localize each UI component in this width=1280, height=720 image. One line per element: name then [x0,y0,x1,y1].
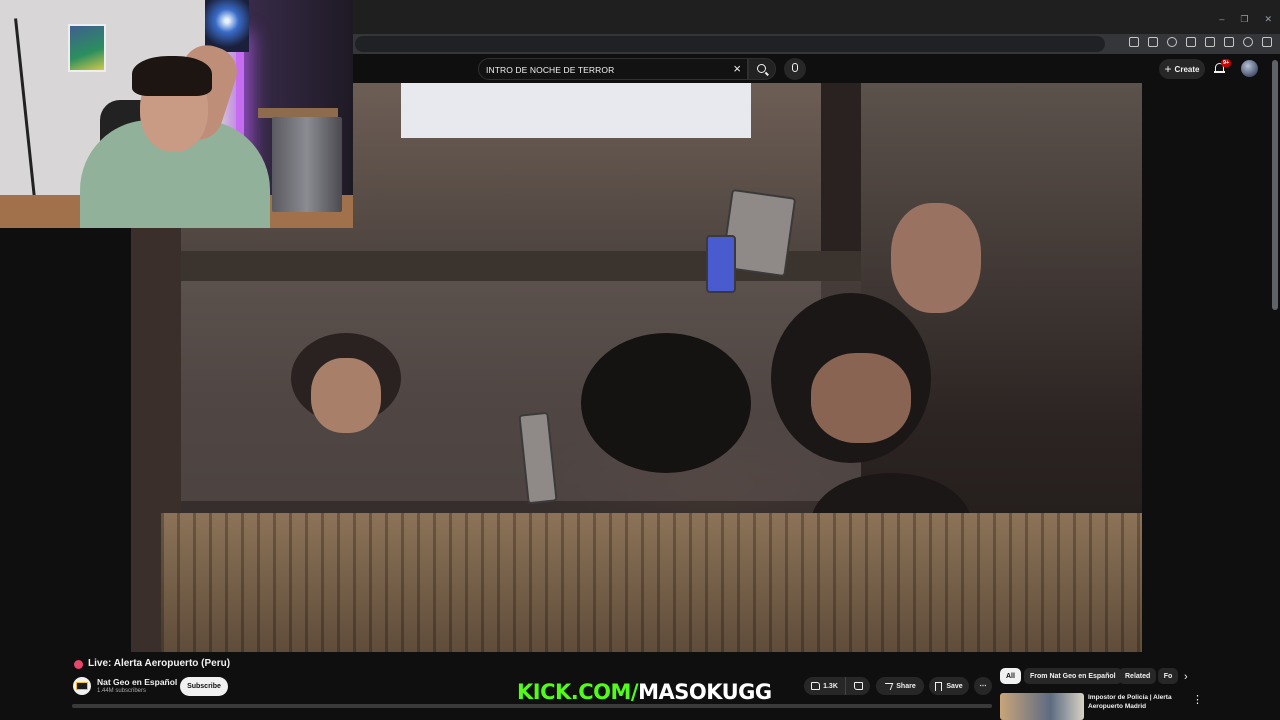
channel-name[interactable]: Nat Geo en Español [97,677,177,687]
kick-domain: KICK.COM/ [517,680,639,704]
account-avatar[interactable] [1241,60,1258,77]
page-scrollbar[interactable] [1272,60,1278,310]
webcam-overlay [0,0,353,228]
extensions-icon[interactable] [1186,37,1196,47]
dislike-button[interactable] [846,682,870,690]
video-title: Live: Alerta Aeropuerto (Peru) [88,658,231,669]
plus-icon: + [1164,62,1172,76]
bookmark-icon [935,681,943,691]
thumbs-up-icon [811,682,821,690]
search-query: INTRO DE NOCHE DE TERROR [486,65,615,75]
voice-search-button[interactable] [784,58,806,80]
restore-button[interactable]: ❐ [1240,14,1248,25]
like-dislike-group: 1.3K [804,677,870,695]
like-button[interactable]: 1.3K [804,677,846,695]
related-video-title[interactable]: Impostor de Policía | Alerta Aeropuerto … [1088,693,1180,711]
share-button[interactable]: Share [876,677,924,695]
video-fence [161,513,1142,652]
channel-avatar[interactable] [73,677,91,695]
video-bright-window [401,83,751,138]
kick-username: MASOKUGG [638,680,772,704]
video-crowd [251,203,1142,613]
related-more-icon[interactable]: ⋮ [1192,693,1203,706]
clear-search-icon[interactable]: × [733,62,741,76]
video-phone [706,235,736,293]
video-info: Live: Alerta Aeropuerto (Peru) Nat Geo e… [0,652,1280,720]
window-controls: – ❐ ✕ [1219,14,1272,25]
live-indicator [74,660,83,669]
sidebar-icon[interactable] [1205,37,1215,47]
kick-channel-overlay: KICK.COM/MASOKUGG [517,680,772,704]
save-label: Save [946,682,963,690]
chip-for-you[interactable]: Fo [1158,668,1178,684]
microphone-icon [792,63,798,72]
notification-badge: 9+ [1221,59,1232,67]
close-window-button[interactable]: ✕ [1264,14,1272,25]
search-icon [757,64,766,73]
toolbar-icons [1129,37,1272,47]
subscribe-button[interactable]: Subscribe [180,677,228,696]
search-input[interactable]: INTRO DE NOCHE DE TERROR × [478,58,748,80]
create-label: Create [1174,64,1200,74]
chip-related[interactable]: Related [1119,668,1157,684]
webcam-poster [68,24,106,72]
share-label: Share [896,682,916,690]
subscriber-count: 1.44M subscribers [97,688,147,694]
chip-from-channel[interactable]: From Nat Geo en Español [1024,668,1122,684]
chip-all[interactable]: All [1000,668,1021,684]
bookmark-star-icon[interactable] [1167,37,1177,47]
search-button[interactable] [748,58,776,80]
create-button[interactable]: + Create [1159,59,1205,79]
screen: – ❐ ✕ INTRO DE NOCHE DE TERROR × + Creat… [0,0,1280,720]
scroll-track [72,704,992,708]
webcam-fridge [272,117,342,212]
related-video-thumbnail[interactable] [1000,693,1084,720]
menu-icon[interactable] [1262,37,1272,47]
more-icon: ⋯ [979,683,987,690]
cast-icon[interactable] [1148,37,1158,47]
like-count: 1.3K [823,682,838,690]
webcam-lamp [14,18,37,208]
webcam-person-hair [132,56,212,96]
share-icon [882,682,894,690]
media-icon[interactable] [1224,37,1234,47]
minimize-button[interactable]: – [1219,14,1224,25]
more-actions-button[interactable]: ⋯ [974,677,992,695]
profile-icon[interactable] [1243,37,1253,47]
webcam-poster [205,0,249,52]
chevron-right-icon[interactable]: › [1184,671,1188,683]
translate-icon[interactable] [1129,37,1139,47]
address-bar[interactable] [355,36,1105,52]
thumbs-down-icon [853,682,863,690]
save-button[interactable]: Save [929,677,969,695]
